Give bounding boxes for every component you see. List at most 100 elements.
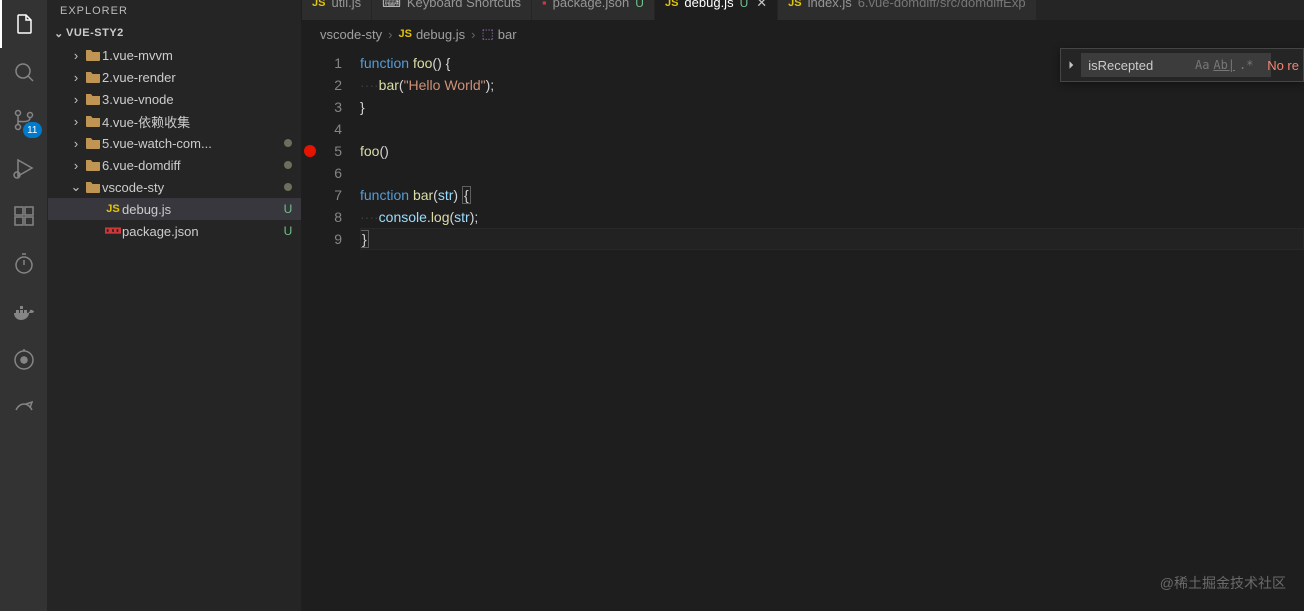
js-file-icon: JS bbox=[788, 0, 801, 9]
line-number: 9 bbox=[302, 228, 342, 250]
breadcrumb-label: debug.js bbox=[416, 27, 465, 42]
npm-file-icon bbox=[104, 226, 122, 236]
activity-timer[interactable] bbox=[0, 240, 48, 288]
share-icon bbox=[12, 396, 36, 420]
folder-icon bbox=[84, 136, 102, 150]
breadcrumbs[interactable]: vscode-sty›JSdebug.js›⬚bar bbox=[302, 20, 1304, 48]
tab[interactable]: JS index.js 6.vue-domdiff/src/domdiffExp bbox=[778, 0, 1036, 20]
activity-docker[interactable] bbox=[0, 288, 48, 336]
tree-item-label: 5.vue-watch-com... bbox=[102, 136, 275, 151]
tabs-row: JSutil.js⌨Keyboard Shortcuts▪package.jso… bbox=[302, 0, 1304, 20]
project-root-label: VUE-STY2 bbox=[66, 27, 124, 39]
find-result-text: No re bbox=[1267, 58, 1303, 73]
tree-item-label: 4.vue-依赖收集 bbox=[102, 112, 275, 131]
chevron-down-icon: ⌄ bbox=[68, 179, 84, 195]
line-number: 8 bbox=[302, 206, 342, 228]
tab[interactable]: JSdebug.jsU✕ bbox=[655, 0, 778, 20]
breadcrumb-label: vscode-sty bbox=[320, 27, 382, 42]
activity-extensions[interactable] bbox=[0, 192, 48, 240]
match-case-toggle[interactable]: Aa bbox=[1191, 54, 1213, 76]
breadcrumb-item[interactable]: ⬚ bar bbox=[481, 26, 516, 42]
project-root[interactable]: ⌄ VUE-STY2 bbox=[48, 22, 301, 44]
tree-file[interactable]: package.jsonU bbox=[48, 220, 301, 242]
chevron-right-icon bbox=[1065, 59, 1077, 71]
tab[interactable]: ▪ package.json U bbox=[532, 0, 655, 20]
tab-suffix: 6.vue-domdiff/src/domdiffExp bbox=[858, 0, 1026, 10]
keyboard-icon: ⌨ bbox=[382, 0, 401, 11]
find-options: Aa Ab| .* bbox=[1191, 54, 1257, 76]
tree-folder[interactable]: › 5.vue-watch-com... bbox=[48, 132, 301, 154]
editor[interactable]: 123456789 function foo() {····bar("Hello… bbox=[302, 48, 1304, 611]
chevron-right-icon: › bbox=[471, 27, 475, 42]
tree-folder[interactable]: ⌄ vscode-sty bbox=[48, 176, 301, 198]
tab-label: Keyboard Shortcuts bbox=[407, 0, 521, 10]
code-line: ····console.log(str); bbox=[360, 206, 1304, 228]
explorer-title: EXPLORER bbox=[48, 0, 301, 22]
breadcrumb-label: bar bbox=[498, 27, 517, 42]
tree-folder[interactable]: ›1.vue-mvvm bbox=[48, 44, 301, 66]
git-status: U bbox=[275, 202, 301, 216]
extensions-icon bbox=[12, 204, 36, 228]
chevron-right-icon: › bbox=[68, 158, 84, 173]
chevron-right-icon: › bbox=[68, 114, 84, 129]
git-status: U bbox=[275, 224, 301, 238]
tab[interactable]: JSutil.js bbox=[302, 0, 372, 20]
code-line: function bar(str) { bbox=[360, 184, 1304, 206]
tree-item-label: 1.vue-mvvm bbox=[102, 48, 275, 63]
activity-share[interactable] bbox=[0, 384, 48, 432]
folder-icon bbox=[84, 158, 102, 172]
git-status: U bbox=[635, 0, 644, 10]
activity-bar: 11 bbox=[0, 0, 48, 611]
watermark: @稀土掘金技术社区 bbox=[1160, 573, 1286, 593]
tab-label: util.js bbox=[331, 0, 361, 10]
tree-folder[interactable]: › 4.vue-依赖收集 bbox=[48, 110, 301, 132]
activity-explorer[interactable] bbox=[0, 0, 48, 48]
tree-folder[interactable]: › 6.vue-domdiff bbox=[48, 154, 301, 176]
tree-item-label: debug.js bbox=[122, 202, 275, 217]
activity-gitlens[interactable] bbox=[0, 336, 48, 384]
activity-search[interactable] bbox=[0, 48, 48, 96]
file-tree: ⌄ VUE-STY2 ›1.vue-mvvm›2.vue-render›3.vu… bbox=[48, 22, 301, 611]
tree-folder[interactable]: ›3.vue-vnode bbox=[48, 88, 301, 110]
docker-icon bbox=[12, 300, 36, 324]
regex-toggle[interactable]: .* bbox=[1235, 54, 1257, 76]
folder-icon bbox=[84, 48, 102, 62]
row-status bbox=[275, 139, 301, 147]
tree-folder[interactable]: › 2.vue-render bbox=[48, 66, 301, 88]
js-file-icon: JS bbox=[665, 0, 678, 9]
tree-item-label: 2.vue-render bbox=[102, 70, 275, 85]
breadcrumb-item[interactable]: vscode-sty bbox=[320, 27, 382, 42]
tab-label: package.json bbox=[553, 0, 630, 10]
timer-icon bbox=[12, 252, 36, 276]
line-number: 5 bbox=[302, 140, 342, 162]
tree-item-label: vscode-sty bbox=[102, 180, 275, 195]
tree-file[interactable]: JSdebug.jsU bbox=[48, 198, 301, 220]
line-number: 6 bbox=[302, 162, 342, 184]
folder-icon bbox=[84, 70, 102, 84]
code-line bbox=[360, 118, 1304, 140]
gitlens-icon bbox=[12, 348, 36, 372]
line-number: 2 bbox=[302, 74, 342, 96]
tab-label: index.js bbox=[808, 0, 852, 10]
symbol-icon: ⬚ bbox=[481, 26, 493, 42]
code-line bbox=[360, 162, 1304, 184]
search-icon bbox=[12, 60, 36, 84]
folder-icon bbox=[84, 114, 102, 128]
js-file-icon: JS bbox=[398, 28, 411, 40]
tab[interactable]: ⌨ Keyboard Shortcuts bbox=[372, 0, 532, 20]
npm-file-icon: ▪ bbox=[542, 0, 547, 10]
close-icon[interactable]: ✕ bbox=[756, 0, 767, 11]
whole-word-toggle[interactable]: Ab| bbox=[1213, 54, 1235, 76]
chevron-right-icon: › bbox=[68, 136, 84, 151]
line-number: 3 bbox=[302, 96, 342, 118]
code[interactable]: function foo() {····bar("Hello World");}… bbox=[360, 48, 1304, 611]
line-number: 4 bbox=[302, 118, 342, 140]
activity-scm[interactable]: 11 bbox=[0, 96, 48, 144]
breadcrumb-item[interactable]: JS debug.js bbox=[398, 27, 465, 42]
activity-debug[interactable] bbox=[0, 144, 48, 192]
breakpoint-icon[interactable] bbox=[304, 145, 316, 157]
find-expand-button[interactable] bbox=[1061, 48, 1081, 82]
chevron-down-icon: ⌄ bbox=[52, 27, 66, 40]
tree-item-label: 6.vue-domdiff bbox=[102, 158, 275, 173]
chevron-right-icon: › bbox=[68, 70, 84, 85]
